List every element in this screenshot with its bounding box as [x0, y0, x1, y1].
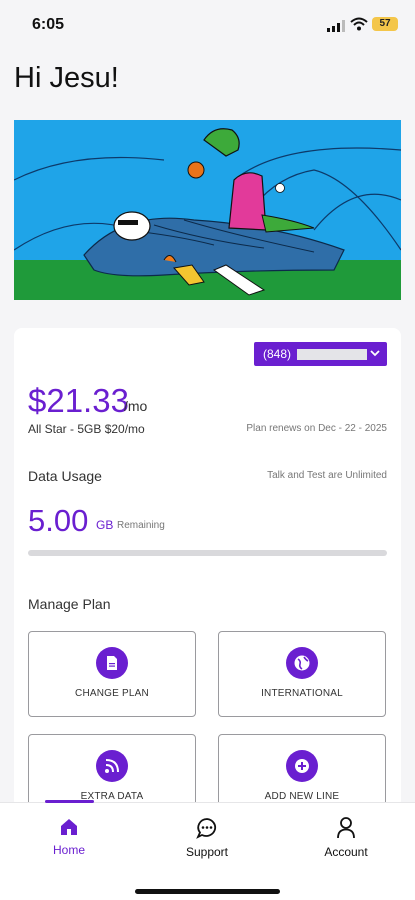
plan-name: All Star - 5GB $20/mo — [28, 422, 145, 436]
tab-support[interactable]: Support — [157, 817, 257, 867]
signal-icon — [327, 20, 345, 32]
phone-number-dropdown[interactable]: (848) — [254, 342, 387, 366]
chevron-down-icon — [370, 350, 380, 357]
home-page: Hi Jesu! (848) $21.33 /mo All Star - 5GB… — [0, 50, 415, 820]
greeting-title: Hi Jesu! — [14, 62, 119, 94]
rss-icon — [96, 750, 128, 782]
chat-icon — [196, 818, 216, 839]
plan-price: $21.33 — [28, 382, 129, 419]
international-button[interactable]: INTERNATIONAL — [218, 631, 386, 717]
active-tab-indicator — [45, 800, 94, 803]
data-usage-bar — [28, 550, 387, 556]
unlimited-note: Talk and Test are Unlimited — [267, 470, 387, 481]
plan-renewal-date: Plan renews on Dec - 22 - 2025 — [246, 423, 387, 434]
document-icon — [96, 647, 128, 679]
tab-support-label: Support — [185, 845, 229, 859]
home-indicator-bar — [135, 889, 280, 894]
status-time: 6:05 — [32, 16, 65, 33]
plus-icon — [286, 750, 318, 782]
plan-card: (848) $21.33 /mo All Star - 5GB $20/mo P… — [14, 328, 401, 820]
home-icon — [61, 819, 77, 835]
remaining-label: Remaining — [117, 520, 165, 531]
data-usage-fill — [28, 550, 387, 556]
data-usage-label: Data Usage — [28, 468, 102, 484]
manage-plan-label: Manage Plan — [28, 596, 111, 612]
status-bar: 6:05 57 — [0, 0, 415, 50]
international-label: INTERNATIONAL — [261, 688, 343, 699]
battery-indicator: 57 — [372, 17, 398, 31]
bottom-tab-bar: Home Support Account — [0, 800, 415, 900]
hero-illustration — [14, 120, 401, 300]
data-unit: GB — [96, 518, 114, 532]
person-icon — [337, 817, 355, 839]
data-remaining-amount: 5.00 — [28, 503, 89, 538]
tab-account-label: Account — [324, 845, 368, 859]
phone-number-prefix: (848) — [263, 347, 292, 361]
globe-icon — [286, 647, 318, 679]
wifi-icon — [350, 17, 368, 31]
change-plan-label: CHANGE PLAN — [75, 688, 149, 699]
hero-artwork — [14, 120, 401, 300]
change-plan-button[interactable]: CHANGE PLAN — [28, 631, 196, 717]
add-new-line-label: ADD NEW LINE — [264, 791, 340, 802]
tab-home[interactable]: Home — [19, 817, 119, 867]
tab-home-label: Home — [52, 843, 85, 857]
price-unit: /mo — [124, 398, 148, 414]
masked-phone-number — [297, 348, 368, 360]
tab-account[interactable]: Account — [296, 817, 396, 867]
